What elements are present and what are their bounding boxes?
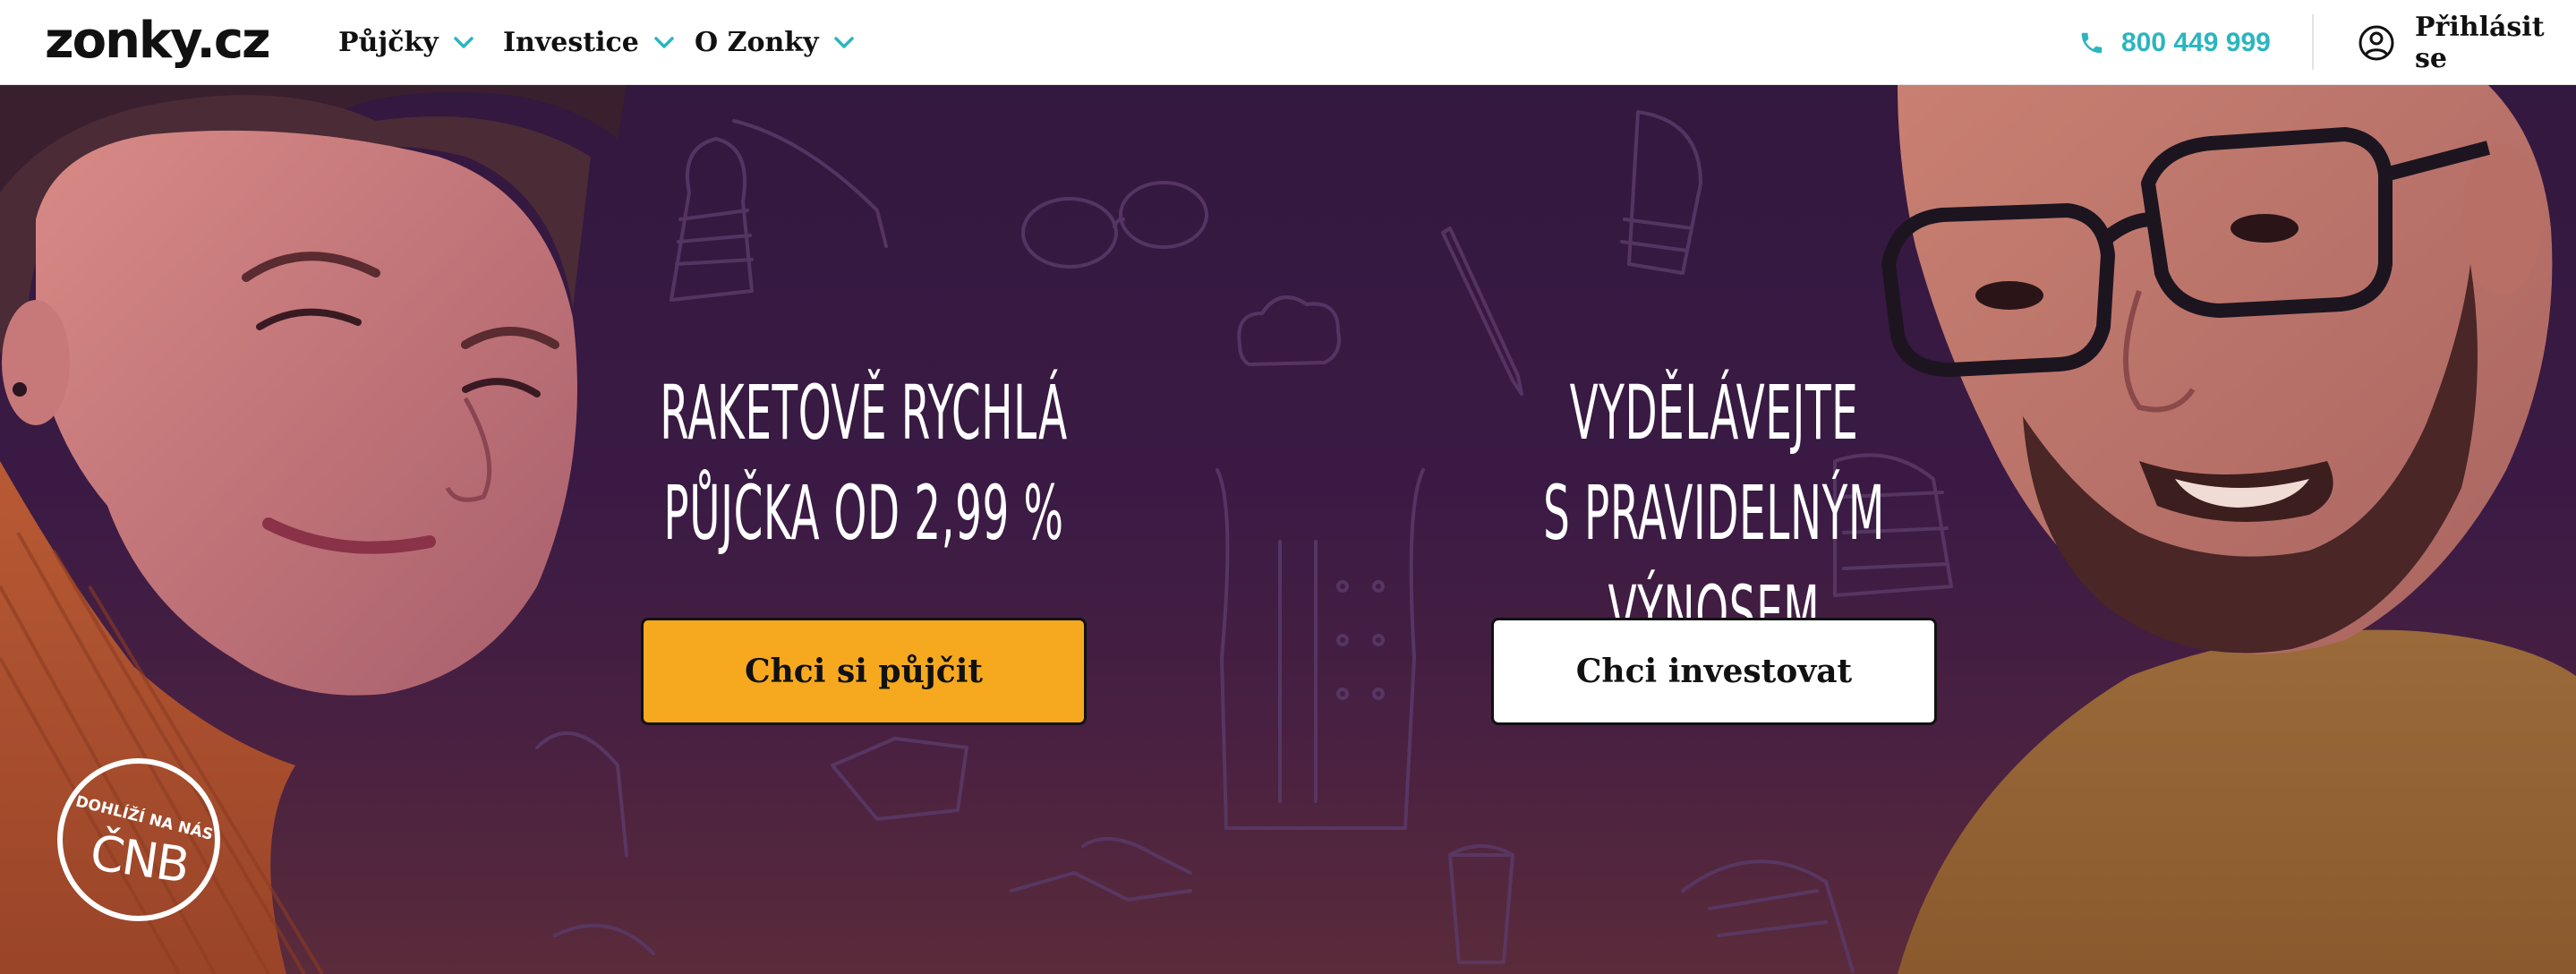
login-button[interactable]: Přihlásit se — [2358, 0, 2576, 85]
nav-about-zonky[interactable]: O Zonky — [695, 0, 855, 85]
man-photo — [1881, 85, 2576, 974]
login-label: Přihlásit se — [2415, 11, 2545, 74]
nav-investments-label: Investice — [503, 27, 639, 58]
loan-headline-line2: PŮJČKA OD 2,99 % — [663, 469, 1064, 557]
nav-loans[interactable]: Půjčky — [338, 0, 474, 85]
invest-headline-line1: VYDĚLÁVEJTE — [1569, 369, 1859, 457]
nav-investments[interactable]: Investice — [503, 0, 675, 85]
loan-headline-line1: RAKETOVĚ RYCHLÁ — [660, 369, 1068, 457]
invest-button[interactable]: Chci investovat — [1491, 618, 1937, 725]
nav-divider — [2312, 14, 2314, 70]
top-navbar: zonky.cz Půjčky Investice O Zonky 800 44… — [0, 0, 2576, 85]
chevron-down-icon — [833, 36, 855, 50]
phone-icon — [2078, 30, 2105, 56]
loan-headline: RAKETOVĚ RYCHLÁ PŮJČKA OD 2,99 % — [642, 363, 1086, 563]
nav-loans-label: Půjčky — [338, 27, 439, 58]
nav-about-label: O Zonky — [695, 27, 819, 58]
user-icon — [2358, 24, 2395, 62]
cnb-supervision-badge[interactable]: DOHLÍŽÍ NA NÁS ČNB — [54, 755, 224, 925]
hero-banner: RAKETOVĚ RYCHLÁ PŮJČKA OD 2,99 % Chci si… — [0, 85, 2576, 974]
phone-number: 800 449 999 — [2121, 27, 2271, 57]
chevron-down-icon — [453, 36, 474, 50]
chevron-down-icon — [653, 36, 675, 50]
phone-link[interactable]: 800 449 999 — [2078, 0, 2271, 85]
borrow-button[interactable]: Chci si půjčit — [641, 618, 1087, 725]
zonky-logo[interactable]: zonky.cz — [45, 9, 271, 73]
